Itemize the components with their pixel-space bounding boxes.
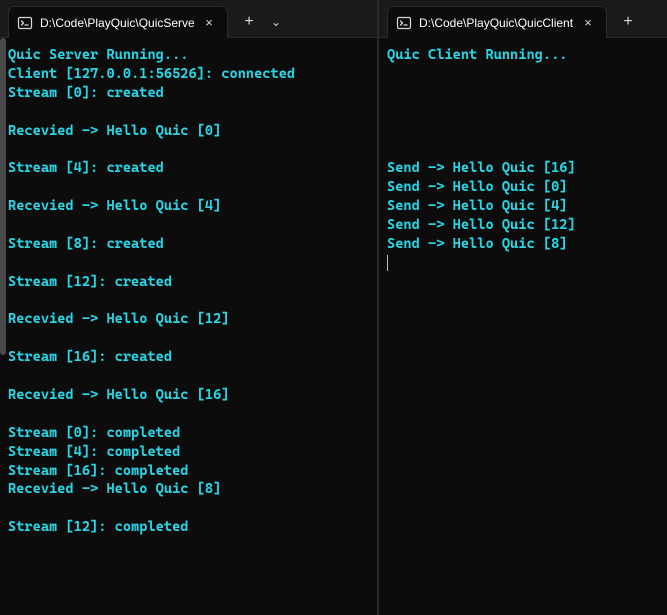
terminal-output-server: Quic Server Running...Client [127.0.0.1:…: [0, 38, 377, 615]
tab-title-server: D:\Code\PlayQuic\QuicServer: [40, 16, 194, 30]
terminal-line: [8, 254, 373, 273]
terminal-line: Stream [8]: created: [8, 235, 373, 254]
scrollbar-thumb[interactable]: [0, 38, 6, 355]
terminal-line: Recevied -> Hello Quic [8]: [8, 480, 373, 499]
close-icon[interactable]: ×: [580, 15, 596, 31]
terminal-line: [8, 292, 373, 311]
terminal-line: Send -> Hello Quic [4]: [387, 197, 663, 216]
terminal-line: [387, 84, 663, 103]
tab-bar-right: D:\Code\PlayQuic\QuicClient\ × +: [379, 0, 667, 38]
terminal-line: Stream [0]: completed: [8, 424, 373, 443]
terminal-line: Quic Client Running...: [387, 46, 663, 65]
terminal-icon: [396, 15, 412, 31]
terminal-line: Stream [16]: created: [8, 348, 373, 367]
terminal-line: Send -> Hello Quic [12]: [387, 216, 663, 235]
close-icon[interactable]: ×: [201, 15, 217, 31]
terminal-line: [8, 216, 373, 235]
terminal-line: [387, 122, 663, 141]
terminal-line: Client [127.0.0.1:56526]: connected: [8, 65, 373, 84]
terminal-line: Stream [12]: completed: [8, 518, 373, 537]
terminal-line: [8, 367, 373, 386]
terminal-line: Stream [12]: created: [8, 273, 373, 292]
new-tab-button[interactable]: +: [234, 7, 264, 37]
new-tab-button[interactable]: +: [613, 7, 643, 37]
terminal-line: Send -> Hello Quic [0]: [387, 178, 663, 197]
tab-client[interactable]: D:\Code\PlayQuic\QuicClient\ ×: [387, 6, 607, 38]
terminal-line: [387, 103, 663, 122]
terminal-line: [8, 405, 373, 424]
scrollbar-track: [0, 38, 6, 615]
terminal-line: Send -> Hello Quic [16]: [387, 159, 663, 178]
cursor: [387, 255, 388, 271]
tab-server[interactable]: D:\Code\PlayQuic\QuicServer ×: [8, 6, 228, 38]
terminal-line: [8, 103, 373, 122]
tab-title-client: D:\Code\PlayQuic\QuicClient\: [419, 16, 573, 30]
terminal-line: [8, 178, 373, 197]
terminal-line: Send -> Hello Quic [8]: [387, 235, 663, 254]
terminal-output-client: Quic Client Running... Send -> Hello Qui…: [379, 38, 667, 615]
scrollbar-left[interactable]: [0, 38, 6, 615]
right-pane: D:\Code\PlayQuic\QuicClient\ × + Quic Cl…: [379, 0, 667, 615]
app-container: D:\Code\PlayQuic\QuicServer × + ⌄ Quic S…: [0, 0, 667, 615]
terminal-line: Stream [4]: completed: [8, 443, 373, 462]
terminal-line: Recevied -> Hello Quic [16]: [8, 386, 373, 405]
terminal-line: [387, 140, 663, 159]
tab-bar-left: D:\Code\PlayQuic\QuicServer × + ⌄: [0, 0, 377, 38]
chevron-down-icon[interactable]: ⌄: [264, 7, 288, 37]
terminal-line: Stream [16]: completed: [8, 462, 373, 481]
terminal-line: Stream [4]: created: [8, 159, 373, 178]
terminal-line: Stream [0]: created: [8, 84, 373, 103]
terminal-line: [387, 65, 663, 84]
terminal-line: [8, 329, 373, 348]
terminal-line: Quic Server Running...: [8, 46, 373, 65]
terminal-line: [8, 140, 373, 159]
terminal-line: Recevied -> Hello Quic [4]: [8, 197, 373, 216]
terminal-icon: [17, 15, 33, 31]
terminal-line: Recevied -> Hello Quic [0]: [8, 122, 373, 141]
terminal-line: Recevied -> Hello Quic [12]: [8, 310, 373, 329]
terminal-line: [8, 499, 373, 518]
left-pane: D:\Code\PlayQuic\QuicServer × + ⌄ Quic S…: [0, 0, 377, 615]
